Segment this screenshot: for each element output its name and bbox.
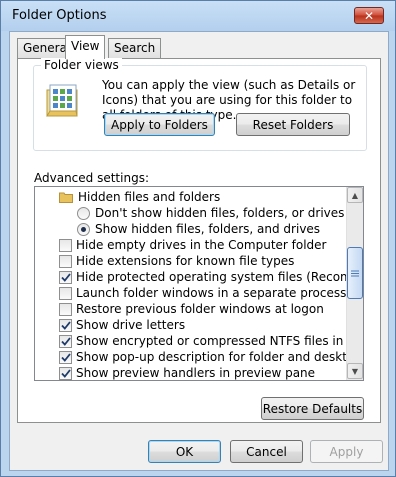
checkbox-checked[interactable] — [59, 350, 72, 364]
window-title: Folder Options — [12, 8, 107, 23]
checkbox-restore-previous-windows[interactable]: Restore previous folder windows at logon — [59, 301, 363, 317]
advanced-settings-label: Advanced settings: — [34, 171, 149, 185]
checkbox-hide-empty-drives[interactable]: Hide empty drives in the Computer folder — [59, 237, 363, 253]
tab-view[interactable]: View — [65, 35, 106, 59]
radio-button[interactable] — [77, 206, 90, 220]
scroll-up-button[interactable]: ▲ — [347, 187, 363, 203]
close-button[interactable]: ✕ — [354, 7, 384, 24]
radio-dont-show-hidden[interactable]: Don't show hidden files, folders, or dri… — [77, 205, 363, 221]
checkmark-icon — [60, 320, 71, 330]
scroll-down-button[interactable]: ▼ — [347, 363, 363, 379]
checkbox-label: Show preview handlers in preview pane — [76, 366, 316, 380]
folder-views-group: Folder views You can apply the view (suc… — [33, 58, 367, 151]
checkbox-label: Show drive letters — [76, 318, 186, 332]
checkmark-icon — [60, 272, 71, 282]
checkbox[interactable] — [59, 302, 72, 316]
checkbox-label: Hide empty drives in the Computer folder — [76, 238, 327, 252]
checkbox-show-preview-handlers[interactable]: Show preview handlers in preview pane — [59, 365, 363, 380]
checkbox-checked[interactable] — [59, 270, 72, 284]
tab-search[interactable]: Search — [108, 38, 162, 58]
checkbox-show-popup-description[interactable]: Show pop-up description for folder and d… — [59, 349, 363, 365]
tab-general-label: General — [23, 41, 71, 55]
folder-options-window: Folder Options ✕ General View Search Fol… — [0, 0, 396, 477]
cancel-button[interactable]: Cancel — [230, 440, 303, 463]
advanced-settings-list[interactable]: Hidden files and folders Don't show hidd… — [34, 186, 364, 381]
checkmark-icon — [60, 352, 71, 362]
title-bar[interactable]: Folder Options ✕ — [1, 1, 395, 31]
scroll-down-arrow-icon: ▼ — [351, 366, 359, 376]
checkbox-show-ntfs-color[interactable]: Show encrypted or compressed NTFS files … — [59, 333, 364, 349]
apply-label: Apply — [329, 444, 364, 459]
tab-view-label: View — [71, 39, 100, 53]
folder-views-label: Folder views — [41, 58, 122, 72]
reset-folders-button[interactable]: Reset Folders — [236, 113, 350, 136]
checkbox-checked[interactable] — [59, 334, 72, 348]
checkmark-icon — [60, 336, 71, 346]
radio-label: Don't show hidden files, folders, or dri… — [95, 206, 345, 220]
list-item-label: Hidden files and folders — [78, 190, 221, 204]
checkbox-checked[interactable] — [59, 318, 72, 332]
checkbox-show-drive-letters[interactable]: Show drive letters — [59, 317, 363, 333]
restore-defaults-button[interactable]: Restore Defaults — [261, 397, 364, 420]
checkbox-launch-separate-process[interactable]: Launch folder windows in a separate proc… — [59, 285, 363, 301]
reset-folders-label: Reset Folders — [252, 117, 334, 132]
checkbox-label: Hide protected operating system files (R… — [76, 270, 363, 284]
checkbox-label: Hide extensions for known file types — [76, 254, 295, 268]
radio-show-hidden[interactable]: Show hidden files, folders, and drives — [77, 221, 363, 237]
ok-label: OK — [175, 444, 194, 459]
checkbox[interactable] — [59, 238, 72, 252]
radio-label: Show hidden files, folders, and drives — [95, 222, 321, 236]
scroll-up-arrow-icon: ▲ — [351, 190, 359, 200]
checkbox-label: Launch folder windows in a separate proc… — [76, 286, 347, 300]
apply-to-folders-button[interactable]: Apply to Folders — [104, 113, 215, 136]
list-item-hidden-files-folder: Hidden files and folders — [59, 189, 363, 205]
grip-icon — [351, 270, 359, 276]
close-icon: ✕ — [363, 8, 375, 23]
folder-icon — [59, 192, 73, 203]
folder-views-icon — [46, 84, 78, 117]
checkbox-hide-extensions[interactable]: Hide extensions for known file types — [59, 253, 363, 269]
checkbox-label: Show encrypted or compressed NTFS files … — [76, 334, 364, 348]
dialog-client: General View Search Folder views You can… — [9, 31, 389, 471]
restore-defaults-label: Restore Defaults — [262, 401, 363, 416]
checkmark-icon — [60, 368, 71, 378]
apply-to-folders-label: Apply to Folders — [111, 117, 208, 132]
ok-button[interactable]: OK — [148, 440, 221, 463]
tab-search-label: Search — [114, 41, 156, 55]
cancel-label: Cancel — [246, 444, 287, 459]
scroll-thumb[interactable] — [347, 247, 363, 299]
checkbox-label: Show pop-up description for folder and d… — [76, 350, 363, 364]
checkbox[interactable] — [59, 286, 72, 300]
checkbox-label: Restore previous folder windows at logon — [76, 302, 324, 316]
vertical-scrollbar[interactable]: ▲ ▼ — [346, 187, 363, 380]
apply-button[interactable]: Apply — [310, 440, 383, 463]
radio-button-selected[interactable] — [77, 222, 90, 236]
checkbox-hide-protected-files[interactable]: Hide protected operating system files (R… — [59, 269, 363, 285]
checkbox-checked[interactable] — [59, 366, 72, 380]
checkbox[interactable] — [59, 254, 72, 268]
